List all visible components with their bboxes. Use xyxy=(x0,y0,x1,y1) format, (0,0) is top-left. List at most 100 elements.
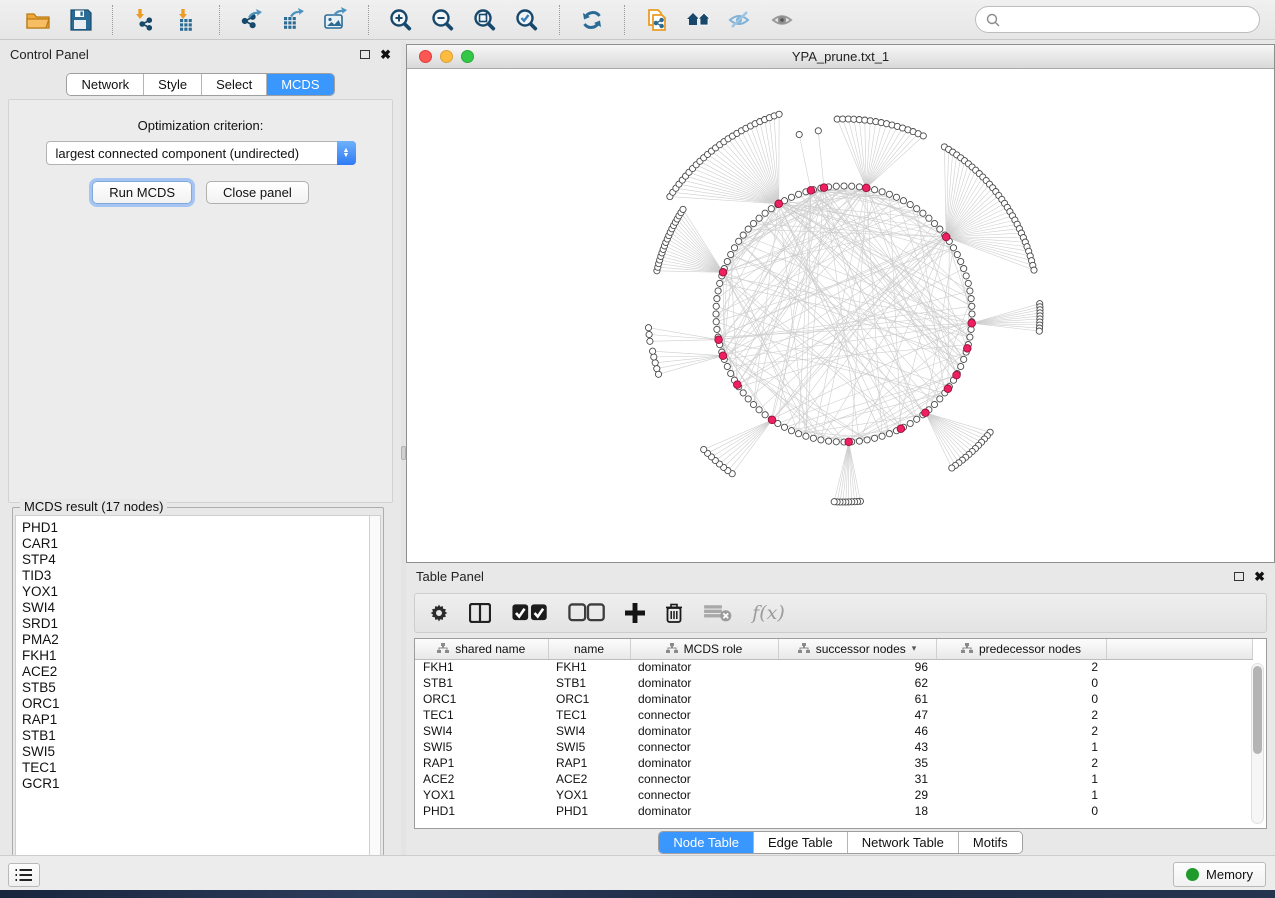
delete-table-icon xyxy=(703,603,732,623)
table-row[interactable]: STB1STB1dominator620 xyxy=(415,675,1253,691)
close-panel-button[interactable]: Close panel xyxy=(206,181,309,204)
network-graph[interactable] xyxy=(407,69,1274,562)
clone-network-button[interactable] xyxy=(639,4,675,36)
first-neighbors-button[interactable] xyxy=(681,4,717,36)
export-image-button[interactable] xyxy=(318,4,354,36)
export-network-button[interactable] xyxy=(234,4,270,36)
deselect-all-icon xyxy=(568,603,605,623)
mcds-result-item[interactable]: FKH1 xyxy=(22,648,369,664)
tab-node-table[interactable]: Node Table xyxy=(659,832,754,853)
column-header-name[interactable]: name xyxy=(548,639,630,659)
show-all-icon xyxy=(770,7,796,33)
mcds-result-item[interactable]: STP4 xyxy=(22,552,369,568)
tab-mcds[interactable]: MCDS xyxy=(267,74,333,95)
mcds-result-item[interactable]: RAP1 xyxy=(22,712,369,728)
column-header-shared-name[interactable]: shared name xyxy=(415,639,548,659)
mcds-result-item[interactable]: TID3 xyxy=(22,568,369,584)
show-all-button[interactable] xyxy=(765,4,801,36)
toolbar-separator xyxy=(112,5,113,35)
split-panel-button[interactable] xyxy=(469,599,491,627)
float-panel-icon[interactable] xyxy=(360,50,370,59)
run-mcds-button[interactable]: Run MCDS xyxy=(92,181,192,204)
zoom-fit-button[interactable] xyxy=(467,4,503,36)
export-table-button[interactable] xyxy=(276,4,312,36)
search-box[interactable] xyxy=(975,6,1260,33)
table-row[interactable]: YOX1YOX1connector291 xyxy=(415,787,1253,803)
mcds-result-list[interactable]: PHD1CAR1STP4TID3YOX1SWI4SRD1PMA2FKH1ACE2… xyxy=(15,515,369,876)
mcds-result-item[interactable]: SRD1 xyxy=(22,616,369,632)
mcds-result-item[interactable]: PHD1 xyxy=(22,520,369,536)
close-panel-icon[interactable]: ✖ xyxy=(380,48,391,61)
save-session-button[interactable] xyxy=(62,4,98,36)
settings-gear-icon xyxy=(429,603,449,623)
network-canvas[interactable] xyxy=(407,69,1274,562)
mcds-result-item[interactable]: STB1 xyxy=(22,728,369,744)
refresh-layout-button[interactable] xyxy=(574,4,610,36)
mcds-result-title: MCDS result (17 nodes) xyxy=(20,499,167,514)
criterion-selected-value: largest connected component (undirected) xyxy=(47,146,337,161)
float-table-panel-icon[interactable] xyxy=(1234,572,1244,581)
table-row[interactable]: ACE2ACE2connector311 xyxy=(415,771,1253,787)
table-row[interactable]: RAP1RAP1dominator352 xyxy=(415,755,1253,771)
delete-column-button[interactable] xyxy=(665,599,683,627)
split-panel-icon xyxy=(469,603,491,623)
zoom-out-button[interactable] xyxy=(425,4,461,36)
table-scrollbar-thumb[interactable] xyxy=(1253,666,1262,754)
table-row[interactable]: SWI5SWI5connector431 xyxy=(415,739,1253,755)
table-row[interactable]: ORC1ORC1dominator610 xyxy=(415,691,1253,707)
zoom-in-button[interactable] xyxy=(383,4,419,36)
table-row[interactable]: SWI4SWI4dominator462 xyxy=(415,723,1253,739)
mcds-result-item[interactable]: GCR1 xyxy=(22,776,369,792)
table-tabs: Node TableEdge TableNetwork TableMotifs xyxy=(658,831,1022,854)
task-history-button[interactable] xyxy=(8,863,40,887)
tab-edge-table[interactable]: Edge Table xyxy=(754,832,848,853)
tab-style[interactable]: Style xyxy=(144,74,202,95)
mcds-result-scrollbar[interactable] xyxy=(369,515,381,876)
deselect-all-button[interactable] xyxy=(568,599,605,627)
import-table-button[interactable] xyxy=(169,4,205,36)
table-toolbar: f(x) xyxy=(414,593,1267,633)
table-header-row: shared namenameMCDS rolesuccessor nodes▾… xyxy=(415,639,1253,659)
add-column-button[interactable] xyxy=(625,599,645,627)
desktop-background xyxy=(0,890,1275,898)
graph-satellite-nodes[interactable] xyxy=(645,111,1043,505)
settings-gear-button[interactable] xyxy=(429,599,449,627)
mcds-result-item[interactable]: YOX1 xyxy=(22,584,369,600)
column-header-MCDS-role[interactable]: MCDS role xyxy=(630,639,778,659)
search-input[interactable] xyxy=(1006,12,1249,27)
table-row[interactable]: TEC1TEC1connector472 xyxy=(415,707,1253,723)
tab-network-table[interactable]: Network Table xyxy=(848,832,959,853)
import-network-button[interactable] xyxy=(127,4,163,36)
mcds-result-item[interactable]: ORC1 xyxy=(22,696,369,712)
column-header-filler xyxy=(1106,639,1253,659)
close-table-panel-icon[interactable]: ✖ xyxy=(1254,570,1265,583)
tab-select[interactable]: Select xyxy=(202,74,267,95)
zoom-selected-button[interactable] xyxy=(509,4,545,36)
table-scrollbar[interactable] xyxy=(1251,663,1264,824)
chevron-down-icon: ▾ xyxy=(912,643,917,654)
mcds-result-item[interactable]: TEC1 xyxy=(22,760,369,776)
select-all-button[interactable] xyxy=(511,599,548,627)
delete-table-button[interactable] xyxy=(703,599,732,627)
function-builder-button[interactable]: f(x) xyxy=(752,599,785,627)
column-type-icon xyxy=(437,643,449,654)
column-header-predecessor-nodes[interactable]: predecessor nodes xyxy=(936,639,1106,659)
mcds-result-item[interactable]: PMA2 xyxy=(22,632,369,648)
tab-network[interactable]: Network xyxy=(67,74,144,95)
table-row[interactable]: FKH1FKH1dominator962 xyxy=(415,659,1253,675)
hide-selected-button[interactable] xyxy=(723,4,759,36)
criterion-select[interactable]: largest connected component (undirected)… xyxy=(46,141,356,165)
tab-motifs[interactable]: Motifs xyxy=(959,832,1022,853)
cytoscape-app: Control Panel ✖ NetworkStyleSelectMCDS O… xyxy=(0,0,1275,898)
mcds-result-item[interactable]: SWI4 xyxy=(22,600,369,616)
control-panel-tabs: NetworkStyleSelectMCDS xyxy=(66,73,334,96)
mcds-result-item[interactable]: ACE2 xyxy=(22,664,369,680)
mcds-result-item[interactable]: CAR1 xyxy=(22,536,369,552)
network-titlebar[interactable]: YPA_prune.txt_1 xyxy=(407,45,1274,69)
open-file-button[interactable] xyxy=(20,4,56,36)
memory-button[interactable]: Memory xyxy=(1173,862,1266,887)
column-header-successor-nodes[interactable]: successor nodes▾ xyxy=(778,639,936,659)
mcds-result-item[interactable]: SWI5 xyxy=(22,744,369,760)
mcds-result-item[interactable]: STB5 xyxy=(22,680,369,696)
table-row[interactable]: PHD1PHD1dominator180 xyxy=(415,803,1253,819)
